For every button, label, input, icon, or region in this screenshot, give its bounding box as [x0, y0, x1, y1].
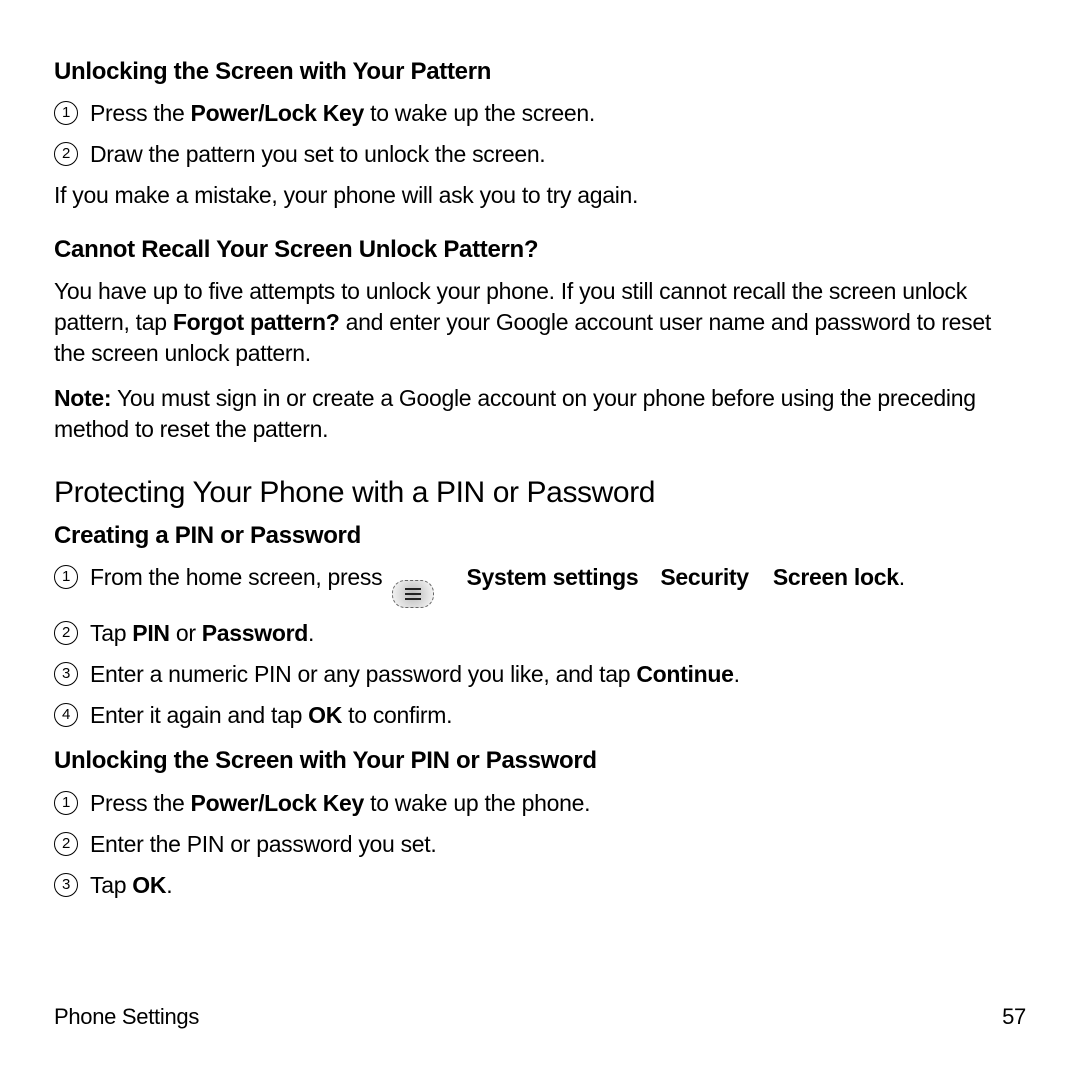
step-text: Enter the PIN or password you set.	[90, 831, 436, 857]
para-mistake-note: If you make a mistake, your phone will a…	[54, 180, 1026, 211]
forgot-pattern-label: Forgot pattern?	[173, 309, 340, 335]
button-label: OK	[132, 872, 166, 898]
list-item: Tap OK.	[54, 870, 1026, 901]
step-text: Enter a numeric PIN or any password you …	[90, 661, 636, 687]
button-label: Continue	[636, 661, 733, 687]
menu-path-item: System settings	[466, 564, 638, 590]
option-label: Password	[202, 620, 308, 646]
list-item: Press the Power/Lock Key to wake up the …	[54, 98, 1026, 129]
step-text: Draw the pattern you set to unlock the s…	[90, 141, 545, 167]
text: You must sign in or create a Google acco…	[54, 385, 976, 442]
list-item: From the home screen, press System setti…	[54, 562, 1026, 608]
step-text: Tap	[90, 620, 132, 646]
button-label: OK	[308, 702, 342, 728]
list-item: Enter the PIN or password you set.	[54, 829, 1026, 860]
page-number: 57	[1002, 1002, 1026, 1032]
step-text: Press the	[90, 790, 191, 816]
step-text: .	[899, 564, 905, 590]
key-name: Power/Lock Key	[191, 100, 364, 126]
step-text: From the home screen, press	[90, 564, 382, 590]
page-content: Unlocking the Screen with Your Pattern P…	[54, 56, 1026, 901]
list-item: Draw the pattern you set to unlock the s…	[54, 139, 1026, 170]
step-text: to wake up the phone.	[364, 790, 590, 816]
step-text: Enter it again and tap	[90, 702, 308, 728]
key-name: Power/Lock Key	[191, 790, 364, 816]
note-label: Note:	[54, 385, 111, 411]
para-forgot-pattern: You have up to five attempts to unlock y…	[54, 276, 1026, 369]
heading-pin-password: Protecting Your Phone with a PIN or Pass…	[54, 473, 1026, 514]
heading-unlock-pin: Unlocking the Screen with Your PIN or Pa…	[54, 745, 1026, 777]
step-text: .	[734, 661, 740, 687]
list-item: Enter a numeric PIN or any password you …	[54, 659, 1026, 690]
step-text: to confirm.	[342, 702, 452, 728]
step-text: Tap	[90, 872, 132, 898]
step-text: .	[308, 620, 314, 646]
option-label: PIN	[132, 620, 169, 646]
menu-path-item: Screen lock	[773, 564, 899, 590]
menu-path-item: Security	[660, 564, 748, 590]
list-item: Enter it again and tap OK to confirm.	[54, 700, 1026, 731]
page-footer: Phone Settings 57	[54, 1002, 1026, 1032]
list-item: Tap PIN or Password.	[54, 618, 1026, 649]
step-text: to wake up the screen.	[364, 100, 595, 126]
steps-unlock-pin: Press the Power/Lock Key to wake up the …	[54, 788, 1026, 901]
step-text: .	[166, 872, 172, 898]
steps-unlock-pattern: Press the Power/Lock Key to wake up the …	[54, 98, 1026, 170]
footer-section-title: Phone Settings	[54, 1002, 199, 1032]
heading-create-pin: Creating a PIN or Password	[54, 520, 1026, 552]
para-google-account-note: Note: You must sign in or create a Googl…	[54, 383, 1026, 445]
heading-cannot-recall: Cannot Recall Your Screen Unlock Pattern…	[54, 234, 1026, 266]
steps-create-pin: From the home screen, press System setti…	[54, 562, 1026, 731]
document-page: Unlocking the Screen with Your Pattern P…	[0, 0, 1080, 1080]
menu-icon	[392, 580, 434, 608]
step-text: Press the	[90, 100, 191, 126]
list-item: Press the Power/Lock Key to wake up the …	[54, 788, 1026, 819]
heading-unlock-pattern: Unlocking the Screen with Your Pattern	[54, 56, 1026, 88]
step-text: or	[170, 620, 202, 646]
